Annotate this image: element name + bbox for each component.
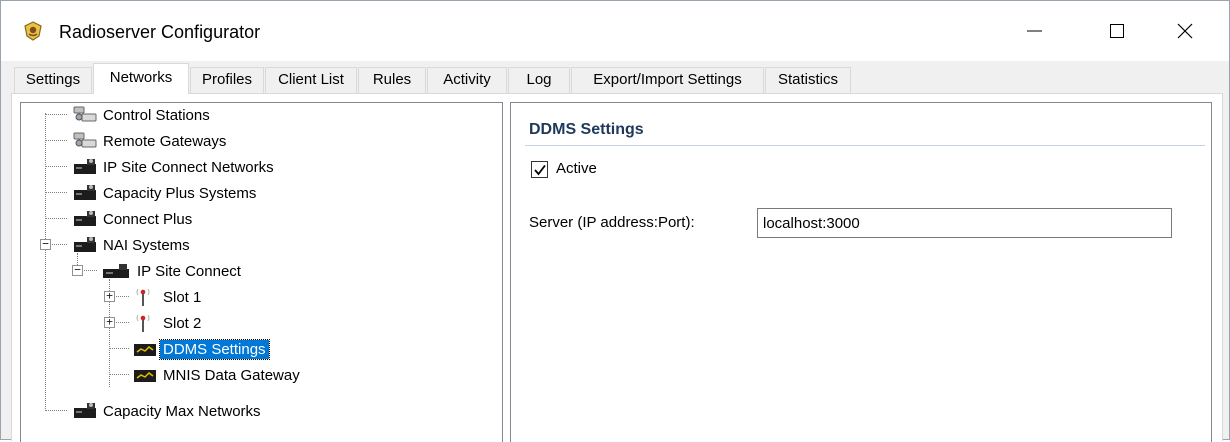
- tree-item-ip-site-connect[interactable]: IP Site Connect: [99, 259, 244, 283]
- minimize-button[interactable]: [1005, 1, 1065, 61]
- tree-item-capacity-plus-systems[interactable]: Capacity Plus Systems: [71, 181, 259, 205]
- panel-title: DDMS Settings: [529, 121, 644, 138]
- tab-rules[interactable]: Rules: [358, 67, 426, 93]
- maximize-icon: [1110, 24, 1124, 38]
- tab-export-import-settings[interactable]: Export/Import Settings: [571, 67, 764, 93]
- expand-slot-1-toggle[interactable]: +: [104, 290, 115, 302]
- title-bar[interactable]: Radioserver Configurator: [1, 1, 1229, 61]
- antenna-icon: [131, 286, 159, 308]
- server-icon: [131, 364, 159, 386]
- network-icon: [71, 182, 99, 204]
- network-icon: [99, 260, 133, 282]
- panel-divider: [525, 145, 1205, 146]
- gateway-icon: [71, 130, 99, 152]
- networks-tree[interactable]: − − + + Control Stations Remote Gateways: [20, 102, 503, 442]
- ddms-settings-panel: DDMS Settings Active Server (IP address:…: [510, 102, 1212, 442]
- tree-item-slot-2[interactable]: Slot 2: [131, 311, 204, 335]
- expand-slot-2-toggle[interactable]: +: [104, 316, 115, 328]
- collapse-nai-systems-toggle[interactable]: −: [40, 238, 51, 250]
- network-icon: [71, 400, 99, 422]
- maximize-button[interactable]: [1087, 1, 1147, 61]
- tree-item-ddms-settings[interactable]: DDMS Settings: [131, 337, 270, 361]
- radioserver-app-icon: [23, 21, 43, 41]
- active-label[interactable]: Active: [556, 160, 597, 177]
- tree-item-remote-gateways[interactable]: Remote Gateways: [71, 129, 229, 153]
- networks-tab-panel: − − + + Control Stations Remote Gateways: [11, 93, 1223, 442]
- tab-networks[interactable]: Networks: [93, 63, 189, 94]
- tree-item-slot-1[interactable]: Slot 1: [131, 285, 204, 309]
- checkmark-icon: [534, 164, 546, 176]
- tab-log[interactable]: Log: [508, 67, 570, 93]
- control-station-icon: [71, 104, 99, 126]
- window-title: Radioserver Configurator: [59, 22, 261, 42]
- tab-profiles[interactable]: Profiles: [190, 67, 264, 93]
- active-checkbox[interactable]: [531, 161, 548, 178]
- network-icon: [71, 156, 99, 178]
- app-window: Radioserver Configurator Settings Networ…: [0, 0, 1230, 442]
- server-address-input[interactable]: [757, 208, 1172, 238]
- antenna-icon: [131, 312, 159, 334]
- collapse-ip-site-connect-toggle[interactable]: −: [72, 264, 83, 276]
- tree-item-connect-plus[interactable]: Connect Plus: [71, 207, 195, 231]
- close-button[interactable]: [1155, 1, 1215, 61]
- tab-statistics[interactable]: Statistics: [765, 67, 851, 93]
- tree-item-mnis-data-gateway[interactable]: MNIS Data Gateway: [131, 363, 303, 387]
- tab-strip: Settings Networks Profiles Client List R…: [1, 61, 1229, 94]
- tab-client-list[interactable]: Client List: [265, 67, 357, 93]
- close-icon: [1177, 23, 1193, 39]
- tab-settings[interactable]: Settings: [14, 67, 92, 93]
- server-label: Server (IP address:Port):: [529, 214, 695, 231]
- tree-item-capacity-max-networks[interactable]: Capacity Max Networks: [71, 399, 264, 423]
- network-icon: [71, 208, 99, 230]
- tree-item-nai-systems[interactable]: NAI Systems: [71, 233, 193, 257]
- tab-activity[interactable]: Activity: [427, 67, 507, 93]
- network-icon: [71, 234, 99, 256]
- tree-connector: [45, 113, 46, 411]
- server-icon: [131, 338, 159, 360]
- tree-item-ip-site-connect-networks[interactable]: IP Site Connect Networks: [71, 155, 277, 179]
- tree-item-control-stations[interactable]: Control Stations: [71, 103, 213, 127]
- minimize-icon: [1027, 30, 1042, 32]
